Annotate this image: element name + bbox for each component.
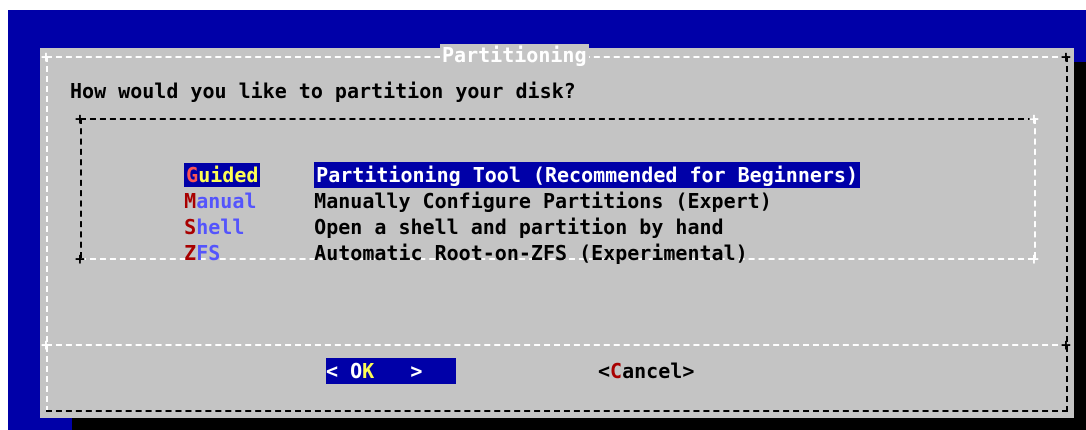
partitioning-dialog: + + Partitioning How would you like to p… [40, 44, 1074, 418]
ok-button[interactable]: < OK > [326, 358, 456, 384]
menu-item-guided[interactable]: Guided Partitioning Tool (Recommended for… [136, 136, 861, 188]
cancel-hotkey: C [610, 359, 623, 383]
menu-left-border [80, 118, 82, 258]
separator-corner-right: + [1061, 335, 1071, 354]
ok-label-pre: O [338, 359, 363, 383]
menu-item-shell[interactable]: Shell Open a shell and partition by hand [136, 188, 723, 239]
menu-corner-tl: + [75, 109, 85, 128]
corner-top-right: + [1061, 47, 1071, 66]
cancel-button[interactable]: <Cancel> [598, 358, 694, 384]
menu-corner-tr: + [1029, 109, 1039, 128]
menu-corner-bl: + [75, 249, 85, 268]
menu-top-border [80, 118, 1034, 120]
tag-rest: FS [196, 241, 221, 265]
button-separator [46, 344, 1068, 346]
menu-item-tag: ZFS [184, 240, 314, 266]
cancel-bracket-right: > [682, 359, 695, 383]
separator-corner-left: + [41, 335, 51, 354]
dialog-left-border [46, 56, 48, 412]
cancel-label-rest: ancel [622, 359, 683, 383]
hotkey: Z [184, 241, 197, 265]
ok-hotkey: K [362, 359, 375, 383]
menu-item-manual[interactable]: Manual Manually Configure Partitions (Exp… [136, 162, 772, 213]
menu-corner-br: + [1029, 249, 1039, 268]
menu-right-border [1034, 118, 1036, 258]
dialog-right-border [1066, 56, 1068, 412]
ok-bracket-left: < [326, 359, 339, 383]
menu-item-description: Automatic Root-on-ZFS (Experimental) [314, 241, 748, 265]
corner-top-left: + [41, 47, 51, 66]
dialog-title: Partitioning [440, 43, 589, 67]
cancel-bracket-left: < [598, 359, 611, 383]
menu-item-zfs[interactable]: ZFS Automatic Root-on-ZFS (Experimental) [136, 214, 747, 265]
ok-bracket-right: > [410, 359, 423, 383]
dialog-prompt: How would you like to partition your dis… [70, 79, 576, 103]
dialog-bottom-border [46, 410, 1068, 412]
